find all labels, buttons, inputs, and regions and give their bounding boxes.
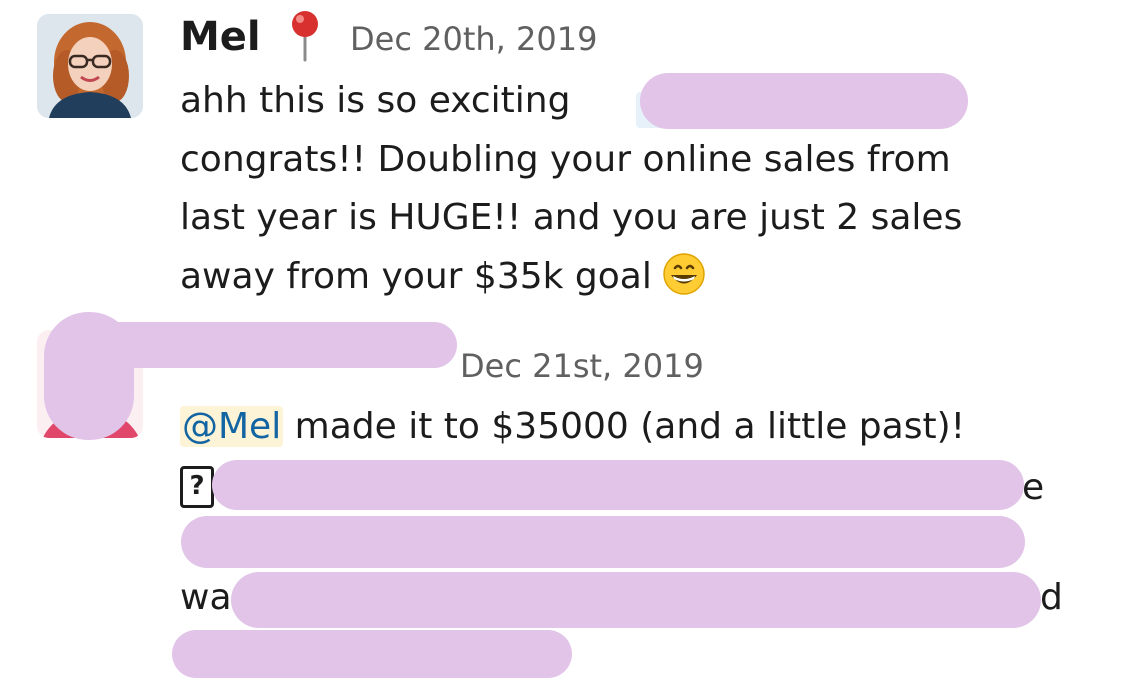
timestamp[interactable]: Dec 20th, 2019 bbox=[350, 17, 597, 61]
message-body: @Mel made it to $35000 (and a little pas… bbox=[180, 398, 965, 456]
author-name[interactable]: Mel bbox=[180, 12, 261, 62]
redaction-overlay bbox=[172, 630, 572, 678]
text-fragment: e bbox=[1022, 467, 1045, 508]
text-fragment: wa bbox=[180, 577, 232, 618]
redaction-overlay bbox=[181, 516, 1025, 568]
redaction-overlay bbox=[212, 460, 1024, 510]
message-text: made it to $35000 (and a little past)! bbox=[283, 406, 966, 447]
message-line-text: away from your $35k goal bbox=[180, 255, 652, 297]
message-line: congrats!! Doubling your online sales fr… bbox=[180, 138, 951, 180]
mention-link[interactable]: @Mel bbox=[180, 406, 284, 447]
timestamp[interactable]: Dec 21st, 2019 bbox=[460, 344, 704, 388]
text-fragment: d bbox=[1040, 577, 1063, 618]
redaction-overlay bbox=[52, 322, 457, 368]
pushpin-icon bbox=[292, 11, 318, 62]
chat-screenshot: Mel Dec 20th, 2019 ahh this is so exciti… bbox=[0, 0, 1124, 688]
unknown-emoji-icon: ? bbox=[180, 466, 214, 508]
message-line: away from your $35k goal bbox=[180, 248, 1100, 307]
avatar-mel[interactable] bbox=[37, 14, 143, 118]
redaction-overlay bbox=[640, 73, 968, 129]
avatar-photo bbox=[37, 14, 143, 118]
grinning-face-icon bbox=[663, 252, 705, 295]
message-line: last year is HUGE!! and you are just 2 s… bbox=[180, 197, 963, 238]
redaction-overlay bbox=[231, 572, 1041, 628]
